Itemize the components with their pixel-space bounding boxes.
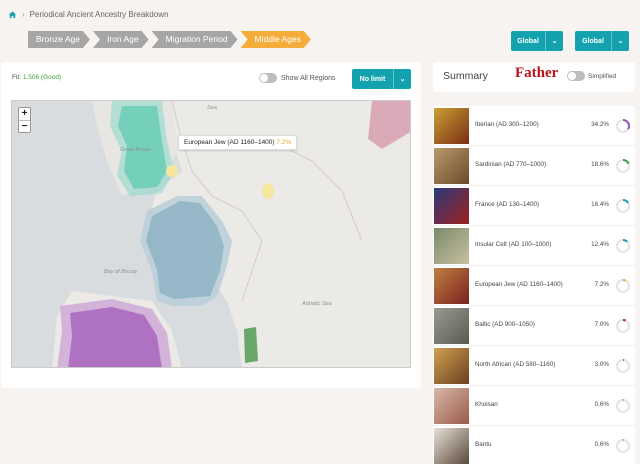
simplified-toggle[interactable]: Simplified [567,71,616,81]
percent-ring [616,239,630,253]
result-percent: 18.6% [591,161,609,168]
percent-ring [616,199,630,213]
map-label-biscay: Bay of Biscay [104,269,138,275]
scope-dropdown-1-label: Global [517,37,539,45]
population-thumbnail [434,308,469,344]
result-name: Iberian (AD 300–1200) [475,121,539,128]
scope-dropdown-2[interactable]: Global ⌄ [575,31,629,51]
percent-ring [616,159,630,173]
simplified-label: Simplified [588,72,617,80]
population-thumbnail [434,428,469,464]
result-percent: 16.4% [591,201,609,208]
breadcrumb: › Periodical Ancient Ancestry Breakdown [8,10,168,19]
tooltip-percent: 7.2% [276,139,292,146]
map-panel: Fit: 1.506 (Good) Show All Regions No li… [1,62,421,388]
population-thumbnail [434,268,469,304]
era-bronze-age[interactable]: Bronze Age [28,31,90,48]
chevron-down-icon: ⌄ [545,31,563,51]
chevron-down-icon: ⌄ [611,31,629,51]
zoom-controls: + − [18,107,31,133]
population-thumbnail [434,228,469,264]
result-row[interactable]: Khoisan 0.6% [433,386,635,426]
scope-dropdown-2-label: Global [582,37,604,45]
result-percent: 0.6% [594,441,609,448]
result-percent: 3.0% [594,361,609,368]
population-thumbnail [434,148,469,184]
era-selector: Bronze Age Iron Age Migration Period Mid… [28,31,314,48]
fit-score: Fit: 1.506 (Good) [12,74,61,81]
result-list: Iberian (AD 300–1200) 34.2% Sardinian (AD … [433,106,635,464]
map-label-great-britain: Great Britain [120,147,151,153]
father-label: Father [515,65,559,81]
population-thumbnail [434,188,469,224]
summary-title: Summary [443,70,488,82]
result-name: Sardinian (AD 770–1000) [475,161,547,168]
show-all-regions-toggle[interactable]: Show All Regions [259,73,335,83]
result-name: Baltic (AD 900–1050) [475,321,535,328]
result-row[interactable]: Bantu 0.6% [433,426,635,464]
chevron-right-icon: › [22,10,25,19]
fit-label: Fit: [12,74,22,81]
scope-dropdown-1[interactable]: Global ⌄ [511,31,563,51]
tooltip-name: European Jew (AD 1160–1400) [184,139,275,146]
result-percent: 12.4% [591,241,609,248]
result-name: France (AD 130–1400) [475,201,540,208]
result-row[interactable]: Baltic (AD 900–1050) 7.0% [433,306,635,346]
percent-ring [616,119,630,133]
result-percent: 7.0% [594,321,609,328]
zoom-out-button[interactable]: − [19,120,30,132]
result-name: North African (AD 580–1160) [475,361,556,368]
result-name: European Jew (AD 1160–1400) [475,281,563,288]
map-tooltip: European Jew (AD 1160–1400) 7.2% [178,135,298,150]
result-row[interactable]: Iberian (AD 300–1200) 34.2% [433,106,635,146]
toggle-switch[interactable] [259,73,277,83]
summary-header: Summary Father Simplified [433,62,635,92]
breadcrumb-current: Periodical Ancient Ancestry Breakdown [29,10,169,19]
result-percent: 7.2% [594,281,609,288]
result-name: Khoisan [475,401,498,408]
percent-ring [616,319,630,333]
result-row[interactable]: North African (AD 580–1160) 3.0% [433,346,635,386]
population-thumbnail [434,348,469,384]
result-row[interactable]: Sardinian (AD 770–1000) 18.6% [433,146,635,186]
population-thumbnail [434,108,469,144]
show-all-regions-label: Show All Regions [281,74,336,82]
fit-value: 1.506 (Good) [22,74,62,81]
zoom-in-button[interactable]: + [19,108,30,120]
map-label-adriatic: Adriatic Sea [302,301,332,307]
map-label-sea: Sea [207,105,217,111]
chevron-down-icon: ⌄ [393,69,411,89]
result-row[interactable]: Insular Celt (AD 100–1000) 12.4% [433,226,635,266]
result-row[interactable]: European Jew (AD 1160–1400) 7.2% [433,266,635,306]
limit-dropdown-label: No limit [359,75,386,83]
result-percent: 34.2% [591,121,609,128]
percent-ring [616,279,630,293]
home-icon[interactable] [8,10,17,19]
ancestry-map[interactable]: + − Great Britain Bay of Biscay Sea Adri… [11,100,411,368]
result-row[interactable]: France (AD 130–1400) 16.4% [433,186,635,226]
era-iron-age[interactable]: Iron Age [93,31,149,48]
result-name: Bantu [475,441,492,448]
toggle-switch[interactable] [567,71,585,81]
era-middle-ages[interactable]: Middle Ages [241,31,311,48]
percent-ring [616,399,630,413]
population-thumbnail [434,388,469,424]
limit-dropdown[interactable]: No limit ⌄ [352,69,411,89]
result-percent: 0.6% [594,401,609,408]
result-name: Insular Celt (AD 100–1000) [475,241,552,248]
era-migration-period[interactable]: Migration Period [152,31,238,48]
percent-ring [616,439,630,453]
percent-ring [616,359,630,373]
